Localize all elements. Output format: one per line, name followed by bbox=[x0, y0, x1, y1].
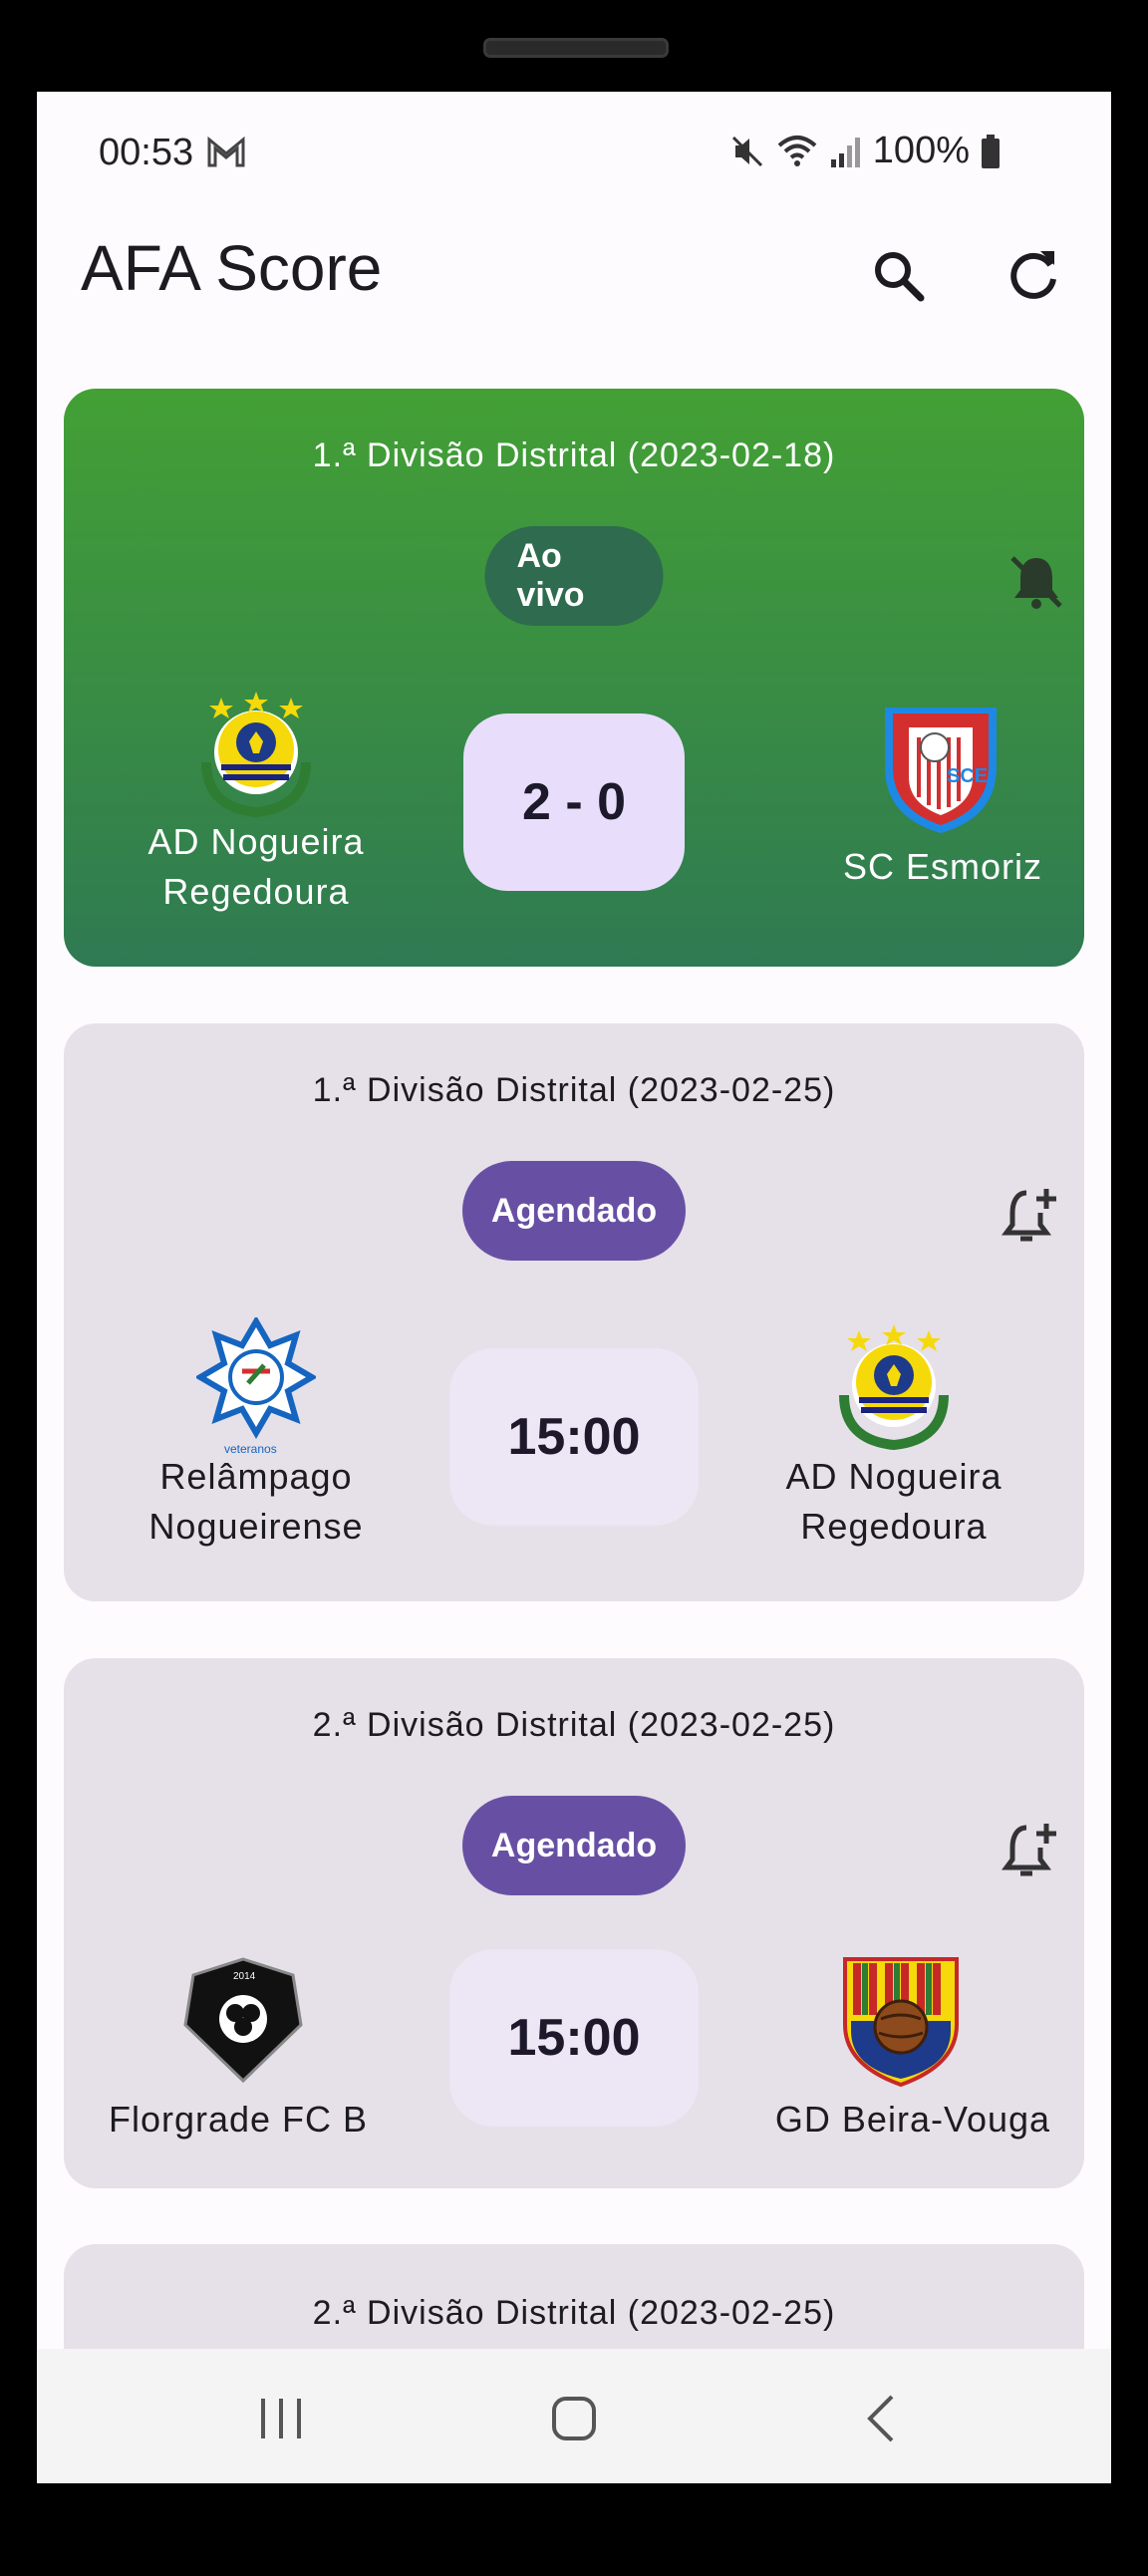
svg-text:2014: 2014 bbox=[233, 1971, 256, 1982]
battery-icon bbox=[982, 134, 1000, 168]
match-competition: 1.ª Divisão Distrital (2023-02-25) bbox=[312, 1071, 836, 1109]
match-card[interactable]: 2.ª Divisão Distrital (2023-02-25) Agend… bbox=[64, 1658, 1084, 2188]
home-team-logo: veteranos bbox=[196, 1317, 316, 1456]
signal-icon bbox=[830, 137, 860, 167]
refresh-icon bbox=[1010, 251, 1056, 299]
search-icon bbox=[875, 252, 925, 302]
match-card-live[interactable]: 1.ª Divisão Distrital (2023-02-18) Ao vi… bbox=[64, 389, 1084, 967]
match-status-badge: Agendado bbox=[462, 1161, 686, 1261]
add-alert-icon[interactable] bbox=[1001, 1183, 1064, 1247]
mute-icon bbox=[731, 136, 762, 166]
notifications-off-icon[interactable] bbox=[1004, 550, 1068, 614]
away-team-name: GD Beira-Vouga bbox=[774, 2099, 1051, 2140]
match-score: 2 - 0 bbox=[463, 714, 685, 891]
device-speaker bbox=[483, 38, 669, 58]
home-team-name: Florgrade FC B bbox=[108, 2099, 369, 2140]
svg-text:SCE: SCE bbox=[947, 765, 988, 787]
home-team-name: AD Nogueira Regedoura bbox=[107, 817, 406, 917]
away-team-label: AD Nogueira Regedoura bbox=[785, 1456, 1003, 1547]
home-icon[interactable] bbox=[544, 2389, 604, 2448]
away-team-logo bbox=[839, 1324, 949, 1450]
battery-level: 100% bbox=[872, 130, 970, 171]
match-competition: 2.ª Divisão Distrital (2023-02-25) bbox=[312, 1706, 836, 1744]
match-competition: 1.ª Divisão Distrital (2023-02-18) bbox=[312, 436, 836, 474]
add-alert-icon[interactable] bbox=[1001, 1818, 1064, 1881]
match-time: 15:00 bbox=[449, 1348, 699, 1526]
home-team-name: Relâmpago Nogueirense bbox=[107, 1452, 406, 1552]
system-navigation-bar bbox=[37, 2349, 1111, 2483]
app-title: AFA Score bbox=[81, 232, 383, 304]
status-bar: 00:53 100% bbox=[37, 92, 1111, 211]
gmail-icon bbox=[207, 136, 245, 167]
screen: 00:53 100% AFA Score 1.ª Divisão Distrit… bbox=[37, 92, 1111, 2483]
home-team-logo: 2014 bbox=[183, 1957, 303, 2084]
home-team-label: AD Nogueira Regedoura bbox=[147, 821, 365, 912]
recent-apps-icon[interactable] bbox=[251, 2389, 311, 2448]
match-card[interactable]: 1.ª Divisão Distrital (2023-02-25) Agend… bbox=[64, 1023, 1084, 1601]
away-team-name: SC Esmoriz bbox=[842, 846, 1043, 887]
match-competition: 2.ª Divisão Distrital (2023-02-25) bbox=[312, 2294, 836, 2332]
match-time: 15:00 bbox=[449, 1949, 699, 2127]
home-team-label: Relâmpago Nogueirense bbox=[148, 1456, 364, 1547]
away-team-logo: SCE bbox=[885, 708, 997, 833]
search-button[interactable] bbox=[864, 241, 934, 311]
match-status-badge: Ao vivo bbox=[484, 526, 664, 626]
away-team-logo bbox=[843, 1957, 959, 2088]
away-team-name: AD Nogueira Regedoura bbox=[744, 1452, 1043, 1552]
home-team-logo bbox=[201, 692, 311, 817]
refresh-button[interactable] bbox=[999, 241, 1068, 311]
wifi-icon bbox=[777, 135, 817, 166]
status-time: 00:53 bbox=[99, 132, 194, 173]
back-icon[interactable] bbox=[852, 2389, 912, 2448]
match-status-badge: Agendado bbox=[462, 1796, 686, 1895]
status-icons: 100% bbox=[729, 130, 1002, 172]
